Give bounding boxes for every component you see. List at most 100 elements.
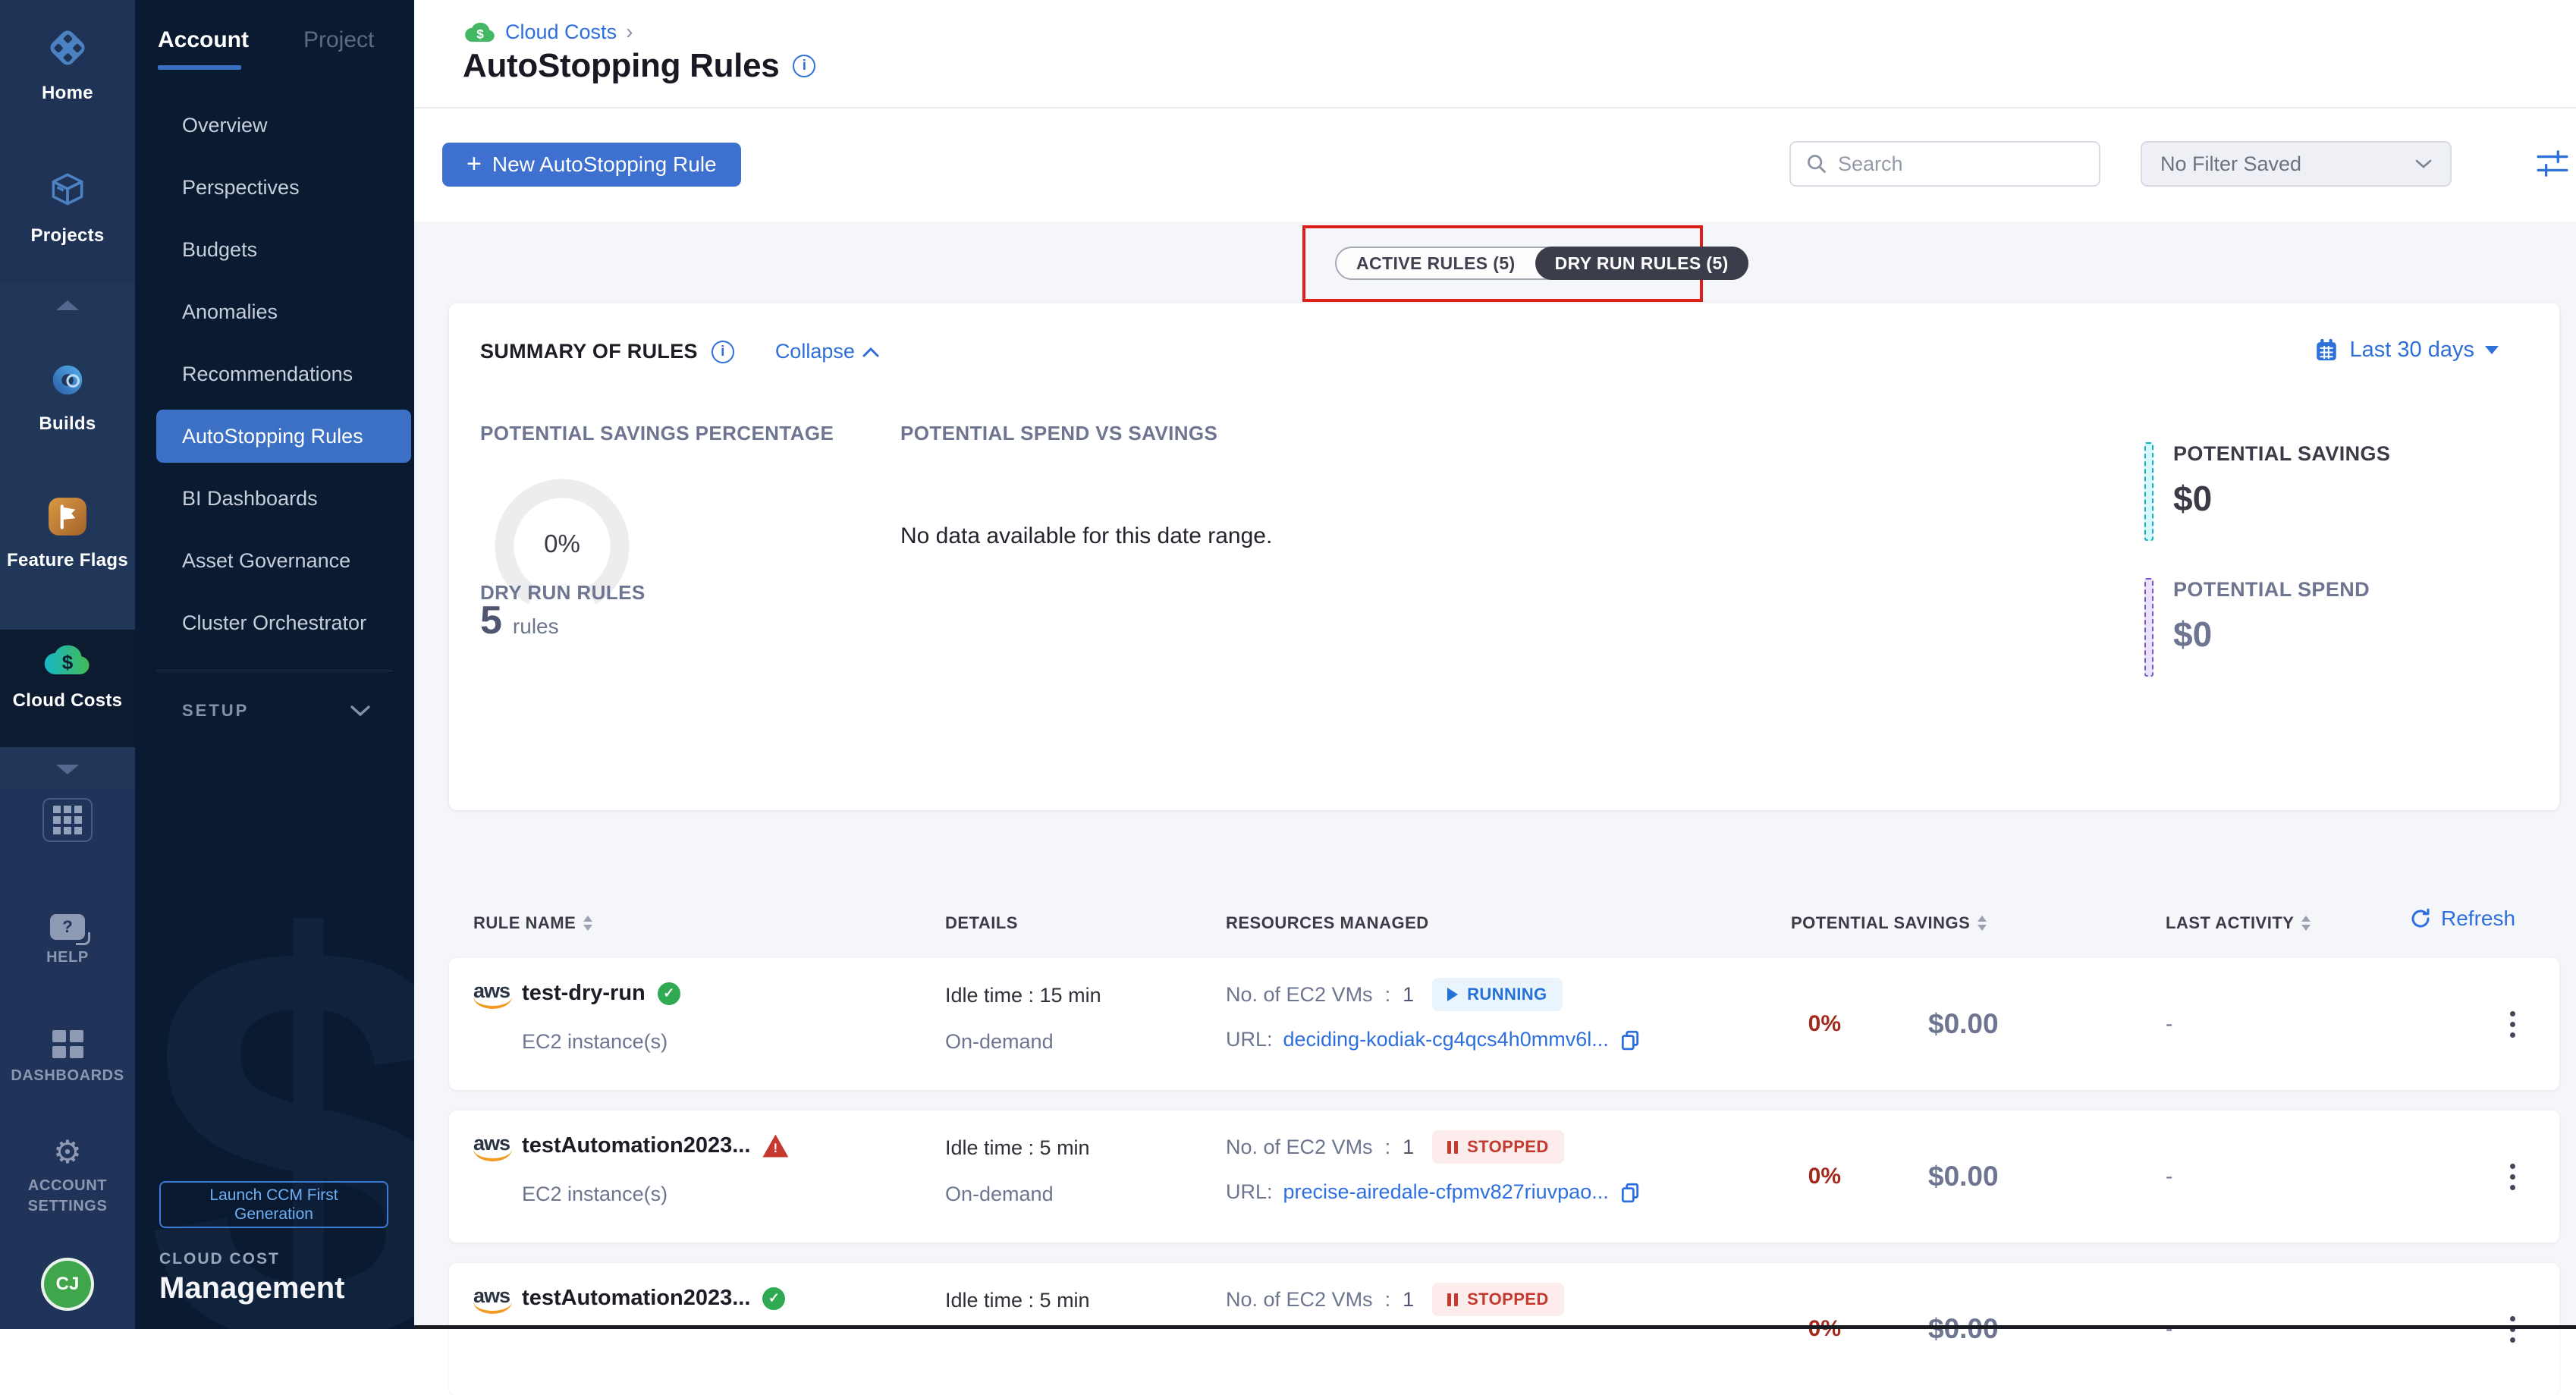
sort-icon[interactable] (2301, 916, 2311, 931)
summary-of-rules-card: SUMMARY OF RULES i Collapse Last 30 days (449, 303, 2559, 810)
sidebar-item-autostopping-rules[interactable]: AutoStopping Rules (156, 405, 411, 467)
svg-text:$: $ (476, 27, 484, 42)
setup-section-toggle[interactable]: SETUP (135, 687, 414, 735)
scroll-down-chevron[interactable] (0, 765, 135, 774)
savings-percentage-label: POTENTIAL SAVINGS PERCENTAGE (480, 422, 834, 445)
row-menu-kebab[interactable] (2497, 958, 2527, 1090)
sidebar-item-cluster-orchestrator[interactable]: Cluster Orchestrator (135, 592, 414, 654)
sidebar-item-perspectives[interactable]: Perspectives (135, 156, 414, 218)
potential-savings-amount: $0.00 (1928, 1263, 1999, 1395)
copy-icon[interactable] (1619, 1029, 1641, 1051)
sidebar-item-label: Home (42, 83, 93, 104)
saved-filter-dropdown[interactable]: No Filter Saved (2141, 141, 2452, 187)
chevron-down-icon (2415, 159, 2432, 169)
info-icon[interactable]: i (793, 55, 815, 77)
rule-url-link[interactable]: deciding-kodiak-cg4qcs4h0mmv6l... (1283, 1028, 1609, 1051)
rule-name[interactable]: test-dry-run (522, 981, 646, 1006)
savings-percentage: 0% (1742, 1263, 1841, 1395)
builds-icon (47, 360, 88, 404)
sidebar-item-asset-governance[interactable]: Asset Governance (135, 529, 414, 592)
sidebar-item-bi-dashboards[interactable]: BI Dashboards (135, 467, 414, 529)
table-row[interactable]: aws testAutomation2023... ✓ Idle time : … (449, 1263, 2559, 1395)
aws-provider-icon: aws (473, 979, 510, 1007)
tab-active-rules[interactable]: ACTIVE RULES (5) (1337, 247, 1535, 280)
search-icon (1806, 153, 1827, 174)
chevron-down-icon (350, 705, 370, 717)
filter-panel-button[interactable] (2535, 149, 2570, 183)
breadcrumb-cloud-costs-link[interactable]: Cloud Costs (505, 20, 617, 44)
spend-vs-savings-label: POTENTIAL SPEND VS SAVINGS (900, 422, 1217, 445)
sidebar-item-label: Builds (39, 413, 96, 435)
column-header-last-activity[interactable]: LAST ACTIVITY (2166, 913, 2311, 933)
rule-url-link[interactable]: precise-airedale-cfpmv827riuvpao... (1283, 1180, 1609, 1204)
sort-icon[interactable] (1978, 916, 1987, 931)
last-activity: - (2166, 1263, 2172, 1395)
table-row[interactable]: aws test-dry-run ✓ EC2 instance(s) Idle … (449, 958, 2559, 1090)
sidebar-item-recommendations[interactable]: Recommendations (135, 343, 414, 405)
refresh-button[interactable]: Refresh (2409, 906, 2515, 931)
collapse-toggle[interactable]: Collapse (775, 340, 879, 363)
module-nav-section-mid (0, 283, 135, 630)
summary-title: SUMMARY OF RULES (480, 340, 698, 363)
copy-icon[interactable] (1619, 1182, 1641, 1203)
tab-dry-run-rules[interactable]: DRY RUN RULES (5) (1535, 247, 1748, 280)
main-area: $ Cloud Costs › AutoStopping Rules i + N… (414, 0, 2576, 1329)
rule-name[interactable]: testAutomation2023... (522, 1133, 750, 1158)
column-header-potential-savings[interactable]: POTENTIAL SAVINGS (1791, 913, 1987, 933)
row-menu-kebab[interactable] (2497, 1111, 2527, 1243)
header-divider (414, 107, 2576, 108)
sidebar-item-label: DASHBOARDS (11, 1066, 124, 1086)
window-bottom-edge (414, 1325, 2576, 1329)
potential-spend-value: $0 (2173, 614, 2370, 655)
sort-icon[interactable] (583, 916, 592, 931)
sidebar-item-anomalies[interactable]: Anomalies (135, 281, 414, 343)
scroll-up-chevron[interactable] (0, 300, 135, 310)
module-picker-button[interactable] (0, 798, 135, 842)
gear-icon: ⚙ (53, 1136, 82, 1168)
sidebar-item-help[interactable]: ? HELP (0, 914, 135, 968)
page-title-row: AutoStopping Rules i (463, 47, 815, 85)
sidebar-item-dashboards[interactable]: DASHBOARDS (0, 1030, 135, 1086)
resources-managed-cell: No. of EC2 VMs : 1 RUNNING (1226, 978, 1563, 1011)
rule-resource-type: EC2 instance(s) (522, 1183, 668, 1206)
avatar: CJ (44, 1261, 91, 1308)
launch-ccm-first-gen-button[interactable]: Launch CCM First Generation (159, 1181, 388, 1228)
sidebar-item-budgets[interactable]: Budgets (135, 218, 414, 281)
row-menu-kebab[interactable] (2497, 1263, 2527, 1395)
user-avatar-item[interactable]: CJ (0, 1261, 135, 1308)
caret-down-icon (2485, 346, 2499, 354)
new-autostopping-rule-button[interactable]: + New AutoStopping Rule (442, 143, 741, 187)
sidebar-item-builds[interactable]: Builds (0, 360, 135, 435)
page-title: AutoStopping Rules (463, 47, 779, 85)
search-box (1789, 141, 2100, 187)
rule-name[interactable]: testAutomation2023... (522, 1286, 750, 1311)
chevron-up-icon (862, 347, 879, 357)
success-check-icon: ✓ (658, 982, 680, 1005)
sidebar-item-overview[interactable]: Overview (135, 94, 414, 156)
sidebar-item-account-settings[interactable]: ⚙ ACCOUNT SETTINGS (0, 1136, 135, 1217)
success-check-icon: ✓ (762, 1287, 785, 1310)
warning-triangle-icon: ! (762, 1135, 788, 1158)
rules-tab-group: ACTIVE RULES (5) DRY RUN RULES (5) (1335, 247, 1748, 280)
dry-run-rules-count: 5 rules (480, 598, 559, 643)
sidebar-item-projects[interactable]: Projects (0, 168, 135, 247)
breadcrumb: $ Cloud Costs › (464, 20, 633, 44)
sidebar-item-label: Cloud Costs (13, 690, 123, 712)
tab-account[interactable]: Account (158, 27, 249, 53)
summary-header: SUMMARY OF RULES i Collapse (480, 340, 879, 363)
sidebar-item-label: Feature Flags (7, 550, 128, 571)
home-icon (46, 26, 90, 74)
info-icon[interactable]: i (712, 341, 734, 363)
column-header-resources-managed: RESOURCES MANAGED (1226, 913, 1429, 933)
rule-name-cell: aws testAutomation2023... ! (473, 1132, 788, 1160)
column-header-rule-name[interactable]: RULE NAME (473, 913, 592, 933)
tab-project[interactable]: Project (303, 27, 374, 53)
table-row[interactable]: aws testAutomation2023... ! EC2 instance… (449, 1111, 2559, 1243)
sidebar-item-feature-flags[interactable]: Feature Flags (0, 496, 135, 571)
sidebar-item-home[interactable]: Home (0, 26, 135, 104)
breadcrumb-separator: › (626, 20, 633, 44)
potential-spend-label: POTENTIAL SPEND (2173, 578, 2370, 602)
date-range-picker[interactable]: Last 30 days (2314, 337, 2499, 363)
sidebar-item-cloud-costs[interactable]: $ Cloud Costs (0, 641, 135, 712)
search-input[interactable] (1838, 152, 2066, 176)
